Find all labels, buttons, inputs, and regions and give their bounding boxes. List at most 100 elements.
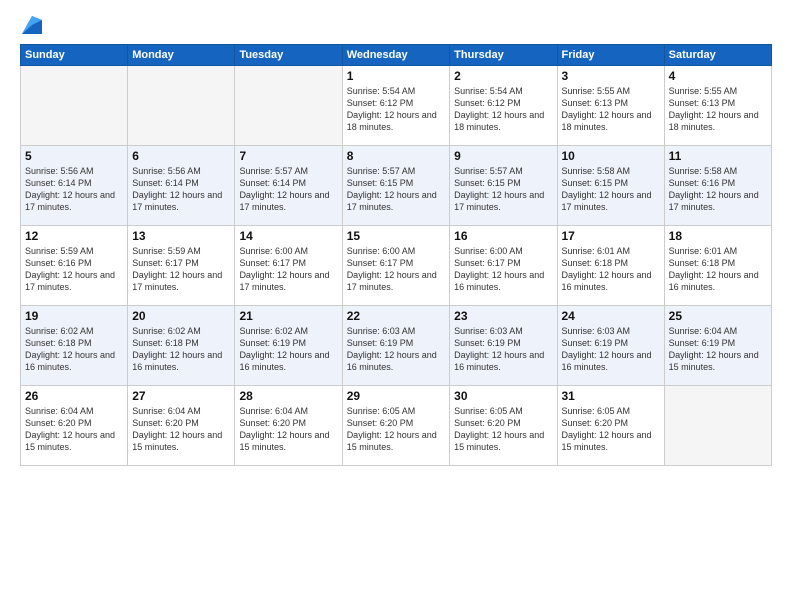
day-info: Sunrise: 5:56 AM Sunset: 6:14 PM Dayligh… bbox=[132, 165, 230, 214]
day-info: Sunrise: 6:00 AM Sunset: 6:17 PM Dayligh… bbox=[347, 245, 445, 294]
day-info: Sunrise: 6:03 AM Sunset: 6:19 PM Dayligh… bbox=[347, 325, 445, 374]
day-info: Sunrise: 6:04 AM Sunset: 6:20 PM Dayligh… bbox=[239, 405, 337, 454]
day-number: 1 bbox=[347, 69, 445, 83]
day-info: Sunrise: 6:05 AM Sunset: 6:20 PM Dayligh… bbox=[347, 405, 445, 454]
day-info: Sunrise: 6:00 AM Sunset: 6:17 PM Dayligh… bbox=[239, 245, 337, 294]
calendar-cell: 1 Sunrise: 5:54 AM Sunset: 6:12 PM Daylig… bbox=[342, 66, 449, 146]
calendar-cell: 28 Sunrise: 6:04 AM Sunset: 6:20 PM Dayli… bbox=[235, 386, 342, 466]
day-number: 12 bbox=[25, 229, 123, 243]
day-info: Sunrise: 5:59 AM Sunset: 6:17 PM Dayligh… bbox=[132, 245, 230, 294]
day-info: Sunrise: 6:01 AM Sunset: 6:18 PM Dayligh… bbox=[669, 245, 767, 294]
day-number: 17 bbox=[562, 229, 660, 243]
calendar-cell bbox=[664, 386, 771, 466]
calendar-cell: 15 Sunrise: 6:00 AM Sunset: 6:17 PM Dayli… bbox=[342, 226, 449, 306]
page: SundayMondayTuesdayWednesdayThursdayFrid… bbox=[0, 0, 792, 612]
calendar-cell: 16 Sunrise: 6:00 AM Sunset: 6:17 PM Dayli… bbox=[450, 226, 557, 306]
calendar-cell: 26 Sunrise: 6:04 AM Sunset: 6:20 PM Dayli… bbox=[21, 386, 128, 466]
calendar-week-row: 12Sunrise: 5:59 AM Sunset: 6:16 PM Dayli… bbox=[21, 226, 772, 306]
calendar-cell bbox=[128, 66, 235, 146]
calendar-cell: 25 Sunrise: 6:04 AM Sunset: 6:19 PM Dayli… bbox=[664, 306, 771, 386]
calendar-cell: 6 Sunrise: 5:56 AM Sunset: 6:14 PM Daylig… bbox=[128, 146, 235, 226]
day-number: 24 bbox=[562, 309, 660, 323]
day-number: 11 bbox=[669, 149, 767, 163]
weekday-header: Friday bbox=[557, 45, 664, 66]
day-info: Sunrise: 6:03 AM Sunset: 6:19 PM Dayligh… bbox=[454, 325, 552, 374]
calendar-cell: 2 Sunrise: 5:54 AM Sunset: 6:12 PM Daylig… bbox=[450, 66, 557, 146]
calendar-week-row: 5Sunrise: 5:56 AM Sunset: 6:14 PM Daylig… bbox=[21, 146, 772, 226]
day-info: Sunrise: 6:03 AM Sunset: 6:19 PM Dayligh… bbox=[562, 325, 660, 374]
calendar-cell: 17 Sunrise: 6:01 AM Sunset: 6:18 PM Dayli… bbox=[557, 226, 664, 306]
calendar-cell: 20Sunrise: 6:02 AM Sunset: 6:18 PM Dayli… bbox=[128, 306, 235, 386]
day-number: 7 bbox=[239, 149, 337, 163]
day-info: Sunrise: 6:04 AM Sunset: 6:20 PM Dayligh… bbox=[25, 405, 123, 454]
day-info: Sunrise: 6:00 AM Sunset: 6:17 PM Dayligh… bbox=[454, 245, 552, 294]
weekday-header: Tuesday bbox=[235, 45, 342, 66]
day-number: 20 bbox=[132, 309, 230, 323]
day-number: 9 bbox=[454, 149, 552, 163]
day-info: Sunrise: 6:04 AM Sunset: 6:19 PM Dayligh… bbox=[669, 325, 767, 374]
calendar-week-row: 1 Sunrise: 5:54 AM Sunset: 6:12 PM Daylig… bbox=[21, 66, 772, 146]
calendar-cell: 22 Sunrise: 6:03 AM Sunset: 6:19 PM Dayli… bbox=[342, 306, 449, 386]
day-number: 4 bbox=[669, 69, 767, 83]
day-info: Sunrise: 5:58 AM Sunset: 6:15 PM Dayligh… bbox=[562, 165, 660, 214]
calendar-table: SundayMondayTuesdayWednesdayThursdayFrid… bbox=[20, 44, 772, 466]
header bbox=[20, 16, 772, 34]
calendar-cell: 3Sunrise: 5:55 AM Sunset: 6:13 PM Daylig… bbox=[557, 66, 664, 146]
day-number: 10 bbox=[562, 149, 660, 163]
calendar-cell: 4Sunrise: 5:55 AM Sunset: 6:13 PM Daylig… bbox=[664, 66, 771, 146]
day-info: Sunrise: 5:56 AM Sunset: 6:14 PM Dayligh… bbox=[25, 165, 123, 214]
calendar-cell: 30 Sunrise: 6:05 AM Sunset: 6:20 PM Dayli… bbox=[450, 386, 557, 466]
calendar-cell: 9 Sunrise: 5:57 AM Sunset: 6:15 PM Daylig… bbox=[450, 146, 557, 226]
weekday-header: Saturday bbox=[664, 45, 771, 66]
day-number: 26 bbox=[25, 389, 123, 403]
calendar-cell bbox=[235, 66, 342, 146]
day-number: 22 bbox=[347, 309, 445, 323]
day-info: Sunrise: 6:02 AM Sunset: 6:18 PM Dayligh… bbox=[25, 325, 123, 374]
calendar-cell: 19 Sunrise: 6:02 AM Sunset: 6:18 PM Dayli… bbox=[21, 306, 128, 386]
day-info: Sunrise: 6:04 AM Sunset: 6:20 PM Dayligh… bbox=[132, 405, 230, 454]
day-info: Sunrise: 5:57 AM Sunset: 6:15 PM Dayligh… bbox=[454, 165, 552, 214]
day-number: 28 bbox=[239, 389, 337, 403]
calendar-cell: 21 Sunrise: 6:02 AM Sunset: 6:19 PM Dayli… bbox=[235, 306, 342, 386]
calendar-cell: 27 Sunrise: 6:04 AM Sunset: 6:20 PM Dayli… bbox=[128, 386, 235, 466]
calendar-cell: 29Sunrise: 6:05 AM Sunset: 6:20 PM Dayli… bbox=[342, 386, 449, 466]
day-number: 16 bbox=[454, 229, 552, 243]
day-info: Sunrise: 5:54 AM Sunset: 6:12 PM Dayligh… bbox=[347, 85, 445, 134]
day-number: 25 bbox=[669, 309, 767, 323]
calendar-cell: 13 Sunrise: 5:59 AM Sunset: 6:17 PM Dayli… bbox=[128, 226, 235, 306]
day-number: 13 bbox=[132, 229, 230, 243]
day-number: 6 bbox=[132, 149, 230, 163]
calendar-cell bbox=[21, 66, 128, 146]
day-number: 3 bbox=[562, 69, 660, 83]
calendar-cell: 18 Sunrise: 6:01 AM Sunset: 6:18 PM Dayli… bbox=[664, 226, 771, 306]
day-number: 31 bbox=[562, 389, 660, 403]
day-number: 8 bbox=[347, 149, 445, 163]
day-info: Sunrise: 6:05 AM Sunset: 6:20 PM Dayligh… bbox=[562, 405, 660, 454]
day-number: 2 bbox=[454, 69, 552, 83]
day-info: Sunrise: 6:02 AM Sunset: 6:19 PM Dayligh… bbox=[239, 325, 337, 374]
weekday-header: Wednesday bbox=[342, 45, 449, 66]
day-info: Sunrise: 5:54 AM Sunset: 6:12 PM Dayligh… bbox=[454, 85, 552, 134]
calendar-cell: 24 Sunrise: 6:03 AM Sunset: 6:19 PM Dayli… bbox=[557, 306, 664, 386]
day-number: 21 bbox=[239, 309, 337, 323]
weekday-header-row: SundayMondayTuesdayWednesdayThursdayFrid… bbox=[21, 45, 772, 66]
calendar-cell: 14 Sunrise: 6:00 AM Sunset: 6:17 PM Dayli… bbox=[235, 226, 342, 306]
calendar-week-row: 19 Sunrise: 6:02 AM Sunset: 6:18 PM Dayli… bbox=[21, 306, 772, 386]
weekday-header: Thursday bbox=[450, 45, 557, 66]
day-info: Sunrise: 6:05 AM Sunset: 6:20 PM Dayligh… bbox=[454, 405, 552, 454]
day-number: 18 bbox=[669, 229, 767, 243]
calendar-week-row: 26 Sunrise: 6:04 AM Sunset: 6:20 PM Dayli… bbox=[21, 386, 772, 466]
day-number: 15 bbox=[347, 229, 445, 243]
calendar-cell: 5Sunrise: 5:56 AM Sunset: 6:14 PM Daylig… bbox=[21, 146, 128, 226]
calendar-cell: 11 Sunrise: 5:58 AM Sunset: 6:16 PM Dayli… bbox=[664, 146, 771, 226]
logo bbox=[20, 16, 42, 34]
day-number: 14 bbox=[239, 229, 337, 243]
day-number: 27 bbox=[132, 389, 230, 403]
calendar-cell: 23Sunrise: 6:03 AM Sunset: 6:19 PM Dayli… bbox=[450, 306, 557, 386]
calendar-cell: 12Sunrise: 5:59 AM Sunset: 6:16 PM Dayli… bbox=[21, 226, 128, 306]
day-info: Sunrise: 6:01 AM Sunset: 6:18 PM Dayligh… bbox=[562, 245, 660, 294]
day-number: 30 bbox=[454, 389, 552, 403]
day-number: 19 bbox=[25, 309, 123, 323]
day-info: Sunrise: 5:58 AM Sunset: 6:16 PM Dayligh… bbox=[669, 165, 767, 214]
day-info: Sunrise: 5:57 AM Sunset: 6:14 PM Dayligh… bbox=[239, 165, 337, 214]
